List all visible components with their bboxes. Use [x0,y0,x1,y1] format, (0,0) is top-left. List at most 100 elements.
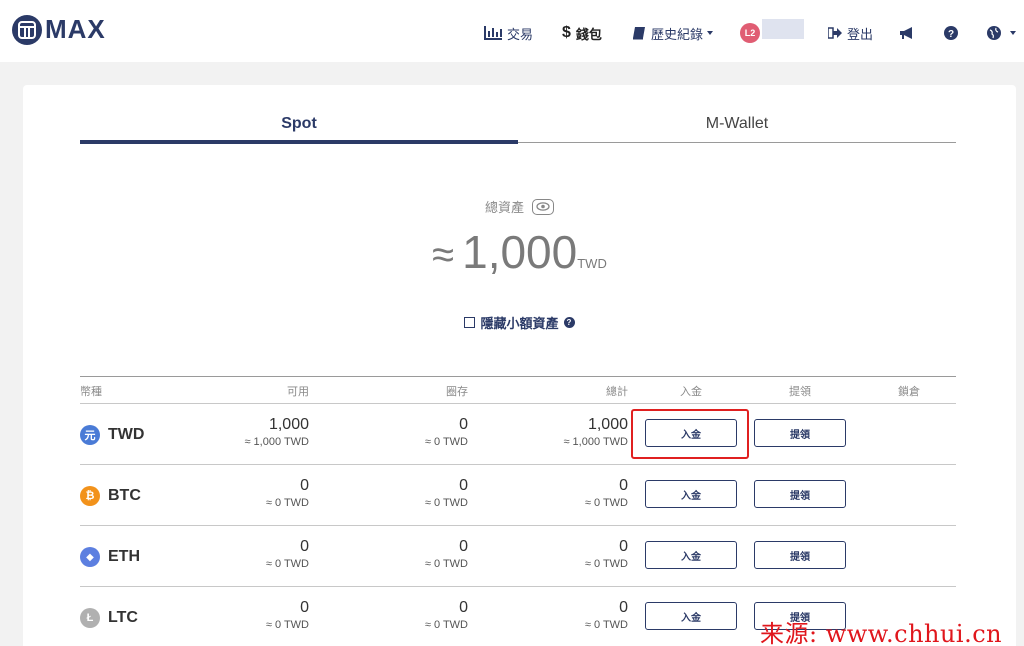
chevron-down-icon [707,31,714,35]
total-cell: 0 ≈ 0 TWD [528,599,628,631]
hide-small-assets[interactable]: 隱藏小額資產 ? [23,313,1016,332]
total-value: 0 [619,538,628,555]
available-cell: 0 ≈ 0 TWD [209,477,309,509]
nav-trade-label: 交易 [507,26,534,42]
locked-cell: 0 ≈ 0 TWD [368,538,468,570]
available-sub: ≈ 0 TWD [265,558,309,570]
available-cell: 0 ≈ 0 TWD [209,599,309,631]
locked-value: 0 [459,599,468,616]
total-sub: ≈ 1,000 TWD [563,436,628,448]
coin-symbol: TWD [108,426,145,443]
level-badge: L2 [740,23,760,43]
col-available: 可用 [287,386,309,398]
max-logo[interactable]: MAX [12,14,106,45]
source-watermark: 来源: www.chhui.cn [760,620,1003,646]
col-deposit: 入金 [680,386,702,398]
nav-wallet-label: 錢包 [575,26,602,42]
locked-sub: ≈ 0 TWD [424,436,468,448]
total-value: 1,000 [587,416,628,433]
bar-chart-icon [484,26,502,40]
total-sub: ≈ 0 TWD [584,558,628,570]
withdraw-button[interactable]: 提領 [754,480,846,508]
nav-logout[interactable]: 登出 [828,22,873,44]
nav-trade[interactable]: 交易 [484,22,533,44]
total-assets-value: ≈1,000TWD [23,225,1016,279]
dollar-icon: $ [562,24,571,41]
deposit-button[interactable]: 入金 [645,602,737,630]
available-sub: ≈ 0 TWD [265,497,309,509]
globe-icon [987,26,1001,40]
question-circle-icon: ? [944,26,958,40]
tab-divider [518,142,956,143]
locked-value: 0 [459,538,468,555]
total-amount: 1,000 [462,226,578,278]
table-row: ◆ ETH 0 ≈ 0 TWD 0 ≈ 0 TWD 0 ≈ 0 TWD 入金 提… [80,526,956,587]
total-value: 0 [619,599,628,616]
megaphone-icon [899,26,915,40]
top-navbar: MAX 交易 $ 錢包 歷史紀錄 L2 登出 ? [0,0,1024,62]
available-sub: ≈ 0 TWD [265,619,309,631]
deposit-highlight-box [631,409,749,459]
total-value: 0 [619,477,628,494]
total-sub: ≈ 0 TWD [584,497,628,509]
tab-active-indicator [80,140,518,144]
nav-logout-label: 登出 [847,26,874,42]
nav-history[interactable]: 歷史紀錄 [632,22,714,44]
deposit-button[interactable]: 入金 [645,541,737,569]
coin-cell: Ł LTC [80,608,138,628]
tab-m-wallet[interactable]: M-Wallet [518,115,956,145]
chevron-down-icon [1010,31,1016,35]
total-assets-label: 總資產 [23,197,1016,216]
question-circle-icon[interactable]: ? [563,317,575,328]
user-level[interactable]: L2 [740,22,760,44]
deposit-button[interactable]: 入金 [645,480,737,508]
eye-icon[interactable] [532,198,554,215]
locked-value: 0 [459,477,468,494]
ltc-coin-icon: Ł [80,608,100,628]
username-redacted[interactable] [762,19,804,39]
available-cell: 1,000 ≈ 1,000 TWD [209,416,309,448]
total-cell: 0 ≈ 0 TWD [528,538,628,570]
hide-small-checkbox[interactable] [464,317,476,328]
twd-coin-icon: 元 [80,425,100,445]
locked-sub: ≈ 0 TWD [424,619,468,631]
coin-cell: ◆ ETH [80,547,140,567]
announcements-button[interactable] [899,22,920,44]
nav-wallet[interactable]: $ 錢包 [562,22,602,44]
coin-cell: ₿ BTC [80,486,141,506]
coin-symbol: BTC [108,487,141,504]
withdraw-button[interactable]: 提領 [754,541,846,569]
total-cell: 0 ≈ 0 TWD [528,477,628,509]
brand-name: MAX [45,14,106,44]
available-sub: ≈ 1,000 TWD [244,436,309,448]
coin-symbol: ETH [108,548,140,565]
locked-value: 0 [459,416,468,433]
withdraw-button[interactable]: 提領 [754,419,846,447]
col-total: 總計 [606,386,628,398]
col-currency: 幣種 [80,386,102,398]
available-value: 1,000 [268,416,309,433]
help-button[interactable]: ? [944,22,963,44]
nav-history-label: 歷史紀錄 [651,26,704,42]
total-unit: TWD [577,256,607,271]
locked-cell: 0 ≈ 0 TWD [368,599,468,631]
max-logo-icon [12,14,42,45]
locked-sub: ≈ 0 TWD [424,558,468,570]
language-button[interactable] [987,22,1016,44]
sign-out-icon [828,27,842,39]
locked-cell: 0 ≈ 0 TWD [368,416,468,448]
btc-coin-icon: ₿ [80,486,100,506]
total-sub: ≈ 0 TWD [584,619,628,631]
col-locked: 圈存 [446,386,468,398]
coin-symbol: LTC [108,609,138,626]
eth-coin-icon: ◆ [80,547,100,567]
locked-sub: ≈ 0 TWD [424,497,468,509]
table-top-divider [80,376,956,377]
svg-text:?: ? [948,29,954,40]
col-lock: 鎖倉 [898,386,920,398]
available-value: 0 [300,538,309,555]
available-cell: 0 ≈ 0 TWD [209,538,309,570]
hide-small-label: 隱藏小額資產 [480,316,559,331]
table-row: 元 TWD 1,000 ≈ 1,000 TWD 0 ≈ 0 TWD 1,000 … [80,404,956,465]
locked-cell: 0 ≈ 0 TWD [368,477,468,509]
